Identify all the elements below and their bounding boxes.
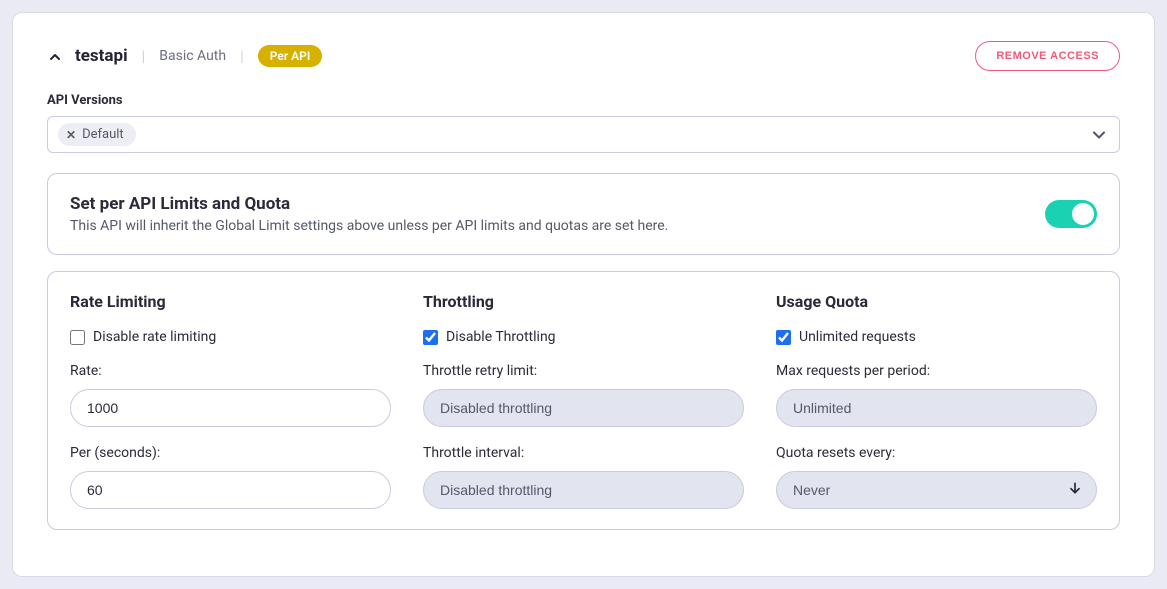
remove-chip-icon[interactable]: ✕ — [66, 128, 76, 142]
throttle-retry-input — [423, 389, 744, 427]
usage-quota-title: Usage Quota — [776, 292, 1097, 311]
unlimited-requests-checkbox[interactable] — [776, 330, 791, 345]
disable-rate-limiting-row[interactable]: Disable rate limiting — [70, 329, 391, 345]
limits-desc: This API will inherit the Global Limit s… — [70, 218, 668, 234]
quota-reset-value[interactable] — [776, 471, 1097, 509]
per-api-badge: Per API — [258, 45, 323, 67]
version-chip-label: Default — [82, 127, 124, 142]
disable-throttling-label: Disable Throttling — [446, 329, 556, 345]
collapse-icon[interactable] — [47, 49, 61, 63]
throttle-retry-label: Throttle retry limit: — [423, 363, 744, 379]
separator: | — [142, 47, 146, 65]
throttling-column: Throttling Disable Throttling Throttle r… — [423, 292, 744, 509]
throttle-interval-label: Throttle interval: — [423, 445, 744, 461]
disable-throttling-row[interactable]: Disable Throttling — [423, 329, 744, 345]
header-row: testapi | Basic Auth | Per API REMOVE AC… — [47, 41, 1120, 71]
api-versions-select[interactable]: ✕ Default — [47, 116, 1120, 153]
limits-toggle-card: Set per API Limits and Quota This API wi… — [47, 173, 1120, 255]
per-api-limits-toggle[interactable] — [1045, 200, 1097, 228]
disable-rate-limiting-label: Disable rate limiting — [93, 329, 216, 345]
api-versions-section: API Versions ✕ Default — [47, 93, 1120, 153]
toggle-knob — [1072, 203, 1094, 225]
rate-limiting-title: Rate Limiting — [70, 292, 391, 311]
throttling-title: Throttling — [423, 292, 744, 311]
unlimited-requests-row[interactable]: Unlimited requests — [776, 329, 1097, 345]
chevron-down-icon — [1089, 125, 1109, 145]
api-access-card: testapi | Basic Auth | Per API REMOVE AC… — [12, 12, 1155, 577]
version-chip-default[interactable]: ✕ Default — [58, 123, 136, 146]
remove-access-button[interactable]: REMOVE ACCESS — [975, 41, 1120, 71]
limits-title: Set per API Limits and Quota — [70, 194, 668, 214]
disable-throttling-checkbox[interactable] — [423, 330, 438, 345]
limits-config-card: Rate Limiting Disable rate limiting Rate… — [47, 271, 1120, 530]
rate-limiting-column: Rate Limiting Disable rate limiting Rate… — [70, 292, 391, 509]
per-seconds-input[interactable] — [70, 471, 391, 509]
rate-label: Rate: — [70, 363, 391, 379]
auth-type: Basic Auth — [159, 48, 226, 64]
quota-reset-label: Quota resets every: — [776, 445, 1097, 461]
header-left: testapi | Basic Auth | Per API — [47, 45, 322, 67]
quota-reset-select[interactable] — [776, 471, 1097, 509]
throttle-interval-input — [423, 471, 744, 509]
separator: | — [240, 47, 244, 65]
unlimited-requests-label: Unlimited requests — [799, 329, 916, 345]
api-versions-label: API Versions — [47, 93, 1120, 108]
rate-input[interactable] — [70, 389, 391, 427]
max-requests-input — [776, 389, 1097, 427]
api-name: testapi — [75, 46, 128, 66]
usage-quota-column: Usage Quota Unlimited requests Max reque… — [776, 292, 1097, 509]
disable-rate-limiting-checkbox[interactable] — [70, 330, 85, 345]
per-seconds-label: Per (seconds): — [70, 445, 391, 461]
max-requests-label: Max requests per period: — [776, 363, 1097, 379]
